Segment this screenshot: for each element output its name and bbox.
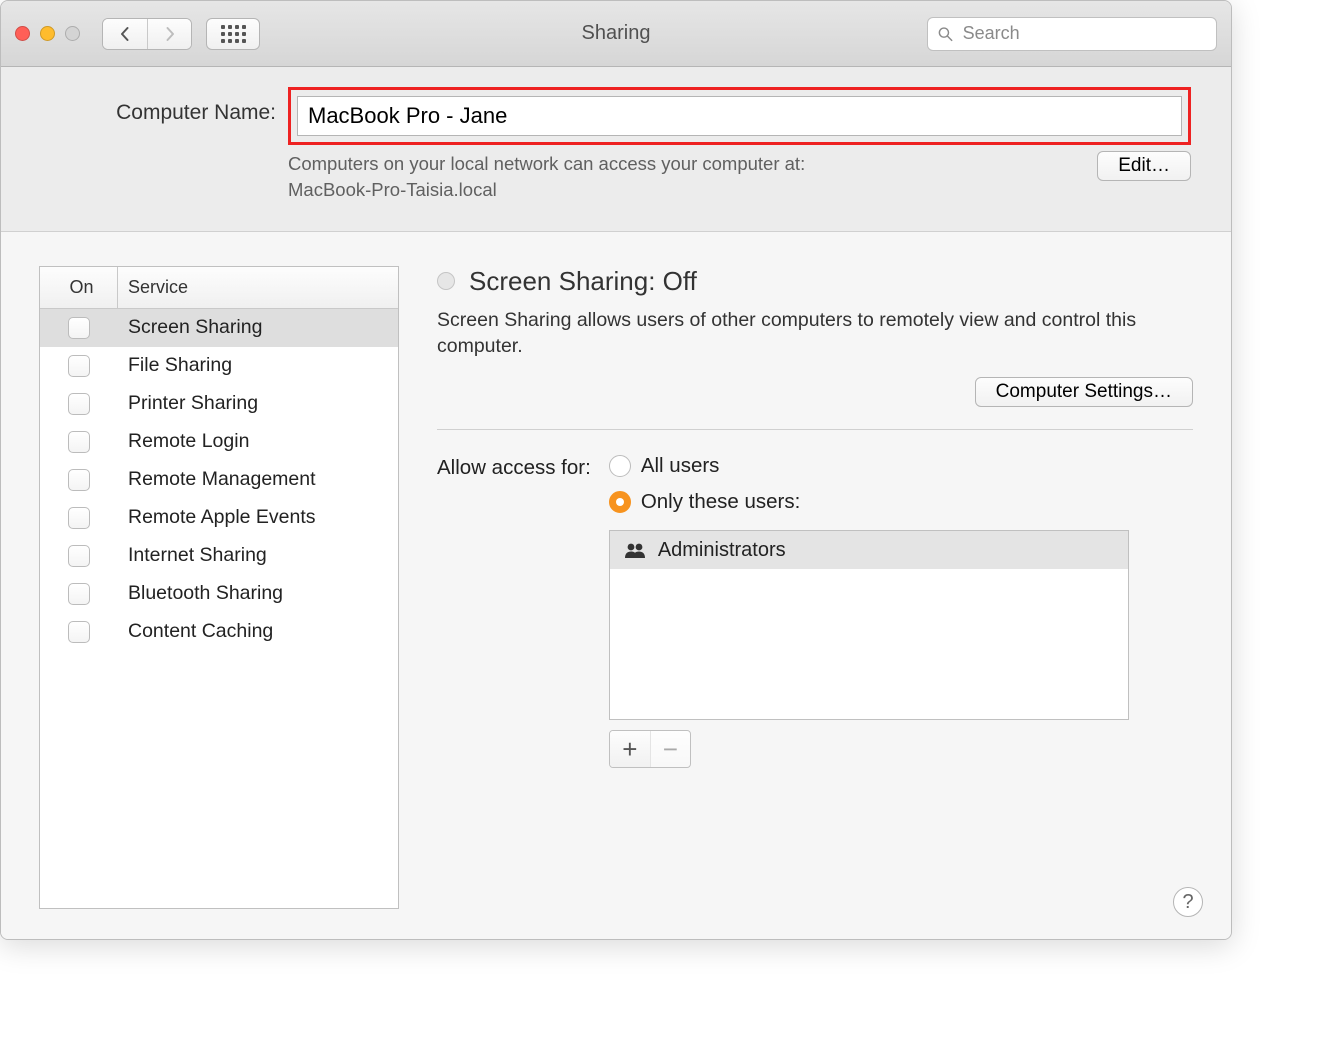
service-label: Bluetooth Sharing xyxy=(118,582,398,605)
radio-only-users-label: Only these users: xyxy=(641,490,801,514)
service-row[interactable]: Internet Sharing xyxy=(40,537,398,575)
service-checkbox-wrap xyxy=(40,317,118,339)
services-header: On Service xyxy=(40,267,398,309)
window-toolbar: Sharing xyxy=(1,1,1231,67)
service-label: Internet Sharing xyxy=(118,544,398,567)
column-service[interactable]: Service xyxy=(118,277,398,298)
service-label: Screen Sharing xyxy=(118,316,398,339)
service-row[interactable]: Content Caching xyxy=(40,613,398,651)
services-panel: On Service Screen Sharing File Sharing Pri… xyxy=(39,266,399,909)
sharing-preferences-window: Sharing Computer Name: Computers on your… xyxy=(0,0,1232,940)
service-checkbox-wrap xyxy=(40,431,118,453)
userlist-row[interactable]: Administrators xyxy=(610,531,1128,569)
computer-name-section: Computer Name: Computers on your local n… xyxy=(1,67,1231,232)
remove-user-button[interactable]: − xyxy=(650,731,690,767)
service-checkbox[interactable] xyxy=(68,545,90,567)
divider xyxy=(437,429,1193,430)
grid-icon xyxy=(221,25,246,43)
radio-all-users[interactable] xyxy=(609,455,631,477)
service-checkbox[interactable] xyxy=(68,583,90,605)
service-row[interactable]: Bluetooth Sharing xyxy=(40,575,398,613)
radio-only-users-row[interactable]: Only these users: xyxy=(609,490,1129,514)
radio-all-users-row[interactable]: All users xyxy=(609,454,1129,478)
close-window-button[interactable] xyxy=(15,26,30,41)
service-checkbox-wrap xyxy=(40,507,118,529)
service-label: Printer Sharing xyxy=(118,392,398,415)
allow-access-label: Allow access for: xyxy=(437,454,591,480)
service-checkbox[interactable] xyxy=(68,621,90,643)
service-row[interactable]: File Sharing xyxy=(40,347,398,385)
forward-button[interactable] xyxy=(147,19,191,49)
service-checkbox[interactable] xyxy=(68,469,90,491)
service-checkbox-wrap xyxy=(40,545,118,567)
add-user-button[interactable]: + xyxy=(610,731,650,767)
search-input[interactable] xyxy=(961,22,1206,45)
service-status-desc: Screen Sharing allows users of other com… xyxy=(437,307,1177,360)
service-label: File Sharing xyxy=(118,354,398,377)
back-button[interactable] xyxy=(103,19,147,49)
service-label: Remote Management xyxy=(118,468,398,491)
service-checkbox[interactable] xyxy=(68,393,90,415)
service-row[interactable]: Remote Apple Events xyxy=(40,499,398,537)
service-checkbox-wrap xyxy=(40,583,118,605)
desc-line2: MacBook-Pro-Taisia.local xyxy=(288,179,497,200)
minus-icon: − xyxy=(663,734,678,765)
show-all-button[interactable] xyxy=(206,18,260,50)
main-content: On Service Screen Sharing File Sharing Pri… xyxy=(1,232,1231,939)
service-checkbox-wrap xyxy=(40,469,118,491)
computer-settings-button[interactable]: Computer Settings… xyxy=(975,377,1193,407)
service-checkbox[interactable] xyxy=(68,431,90,453)
service-checkbox[interactable] xyxy=(68,355,90,377)
minimize-window-button[interactable] xyxy=(40,26,55,41)
toolbar-search[interactable] xyxy=(927,17,1217,51)
help-button[interactable]: ? xyxy=(1173,887,1203,917)
service-status-title: Screen Sharing: Off xyxy=(469,266,697,297)
users-group-icon xyxy=(624,542,646,558)
service-label: Remote Login xyxy=(118,430,398,453)
userlist-buttons: + − xyxy=(609,730,691,768)
allowed-users-list[interactable]: Administrators xyxy=(609,530,1129,720)
service-checkbox-wrap xyxy=(40,393,118,415)
search-icon xyxy=(938,26,953,42)
status-indicator-icon xyxy=(437,272,455,290)
edit-hostname-button[interactable]: Edit… xyxy=(1097,151,1191,181)
radio-all-users-label: All users xyxy=(641,454,720,478)
service-checkbox-wrap xyxy=(40,355,118,377)
plus-icon: + xyxy=(622,734,637,765)
service-label: Content Caching xyxy=(118,620,398,643)
service-row[interactable]: Remote Management xyxy=(40,461,398,499)
nav-segmented xyxy=(102,18,192,50)
service-checkbox[interactable] xyxy=(68,507,90,529)
userlist-row-label: Administrators xyxy=(658,539,786,562)
column-on[interactable]: On xyxy=(40,267,118,308)
service-label: Remote Apple Events xyxy=(118,506,398,529)
help-icon: ? xyxy=(1182,891,1193,914)
computer-name-input[interactable] xyxy=(297,96,1182,136)
service-detail: Screen Sharing: Off Screen Sharing allow… xyxy=(437,266,1193,909)
traffic-lights xyxy=(15,26,80,41)
computer-name-highlight-box xyxy=(288,87,1191,145)
service-row[interactable]: Screen Sharing xyxy=(40,309,398,347)
zoom-window-button[interactable] xyxy=(65,26,80,41)
service-checkbox-wrap xyxy=(40,621,118,643)
service-row[interactable]: Remote Login xyxy=(40,423,398,461)
services-rows: Screen Sharing File Sharing Printer Sharin… xyxy=(40,309,398,651)
radio-only-users[interactable] xyxy=(609,491,631,513)
computer-name-label: Computer Name: xyxy=(41,87,276,125)
chevron-right-icon xyxy=(164,26,176,42)
service-row[interactable]: Printer Sharing xyxy=(40,385,398,423)
userlist-wrap: Administrators + − xyxy=(609,530,1129,768)
desc-line1: Computers on your local network can acce… xyxy=(288,153,805,174)
service-checkbox[interactable] xyxy=(68,317,90,339)
chevron-left-icon xyxy=(119,26,131,42)
computer-name-desc: Computers on your local network can acce… xyxy=(288,151,805,203)
